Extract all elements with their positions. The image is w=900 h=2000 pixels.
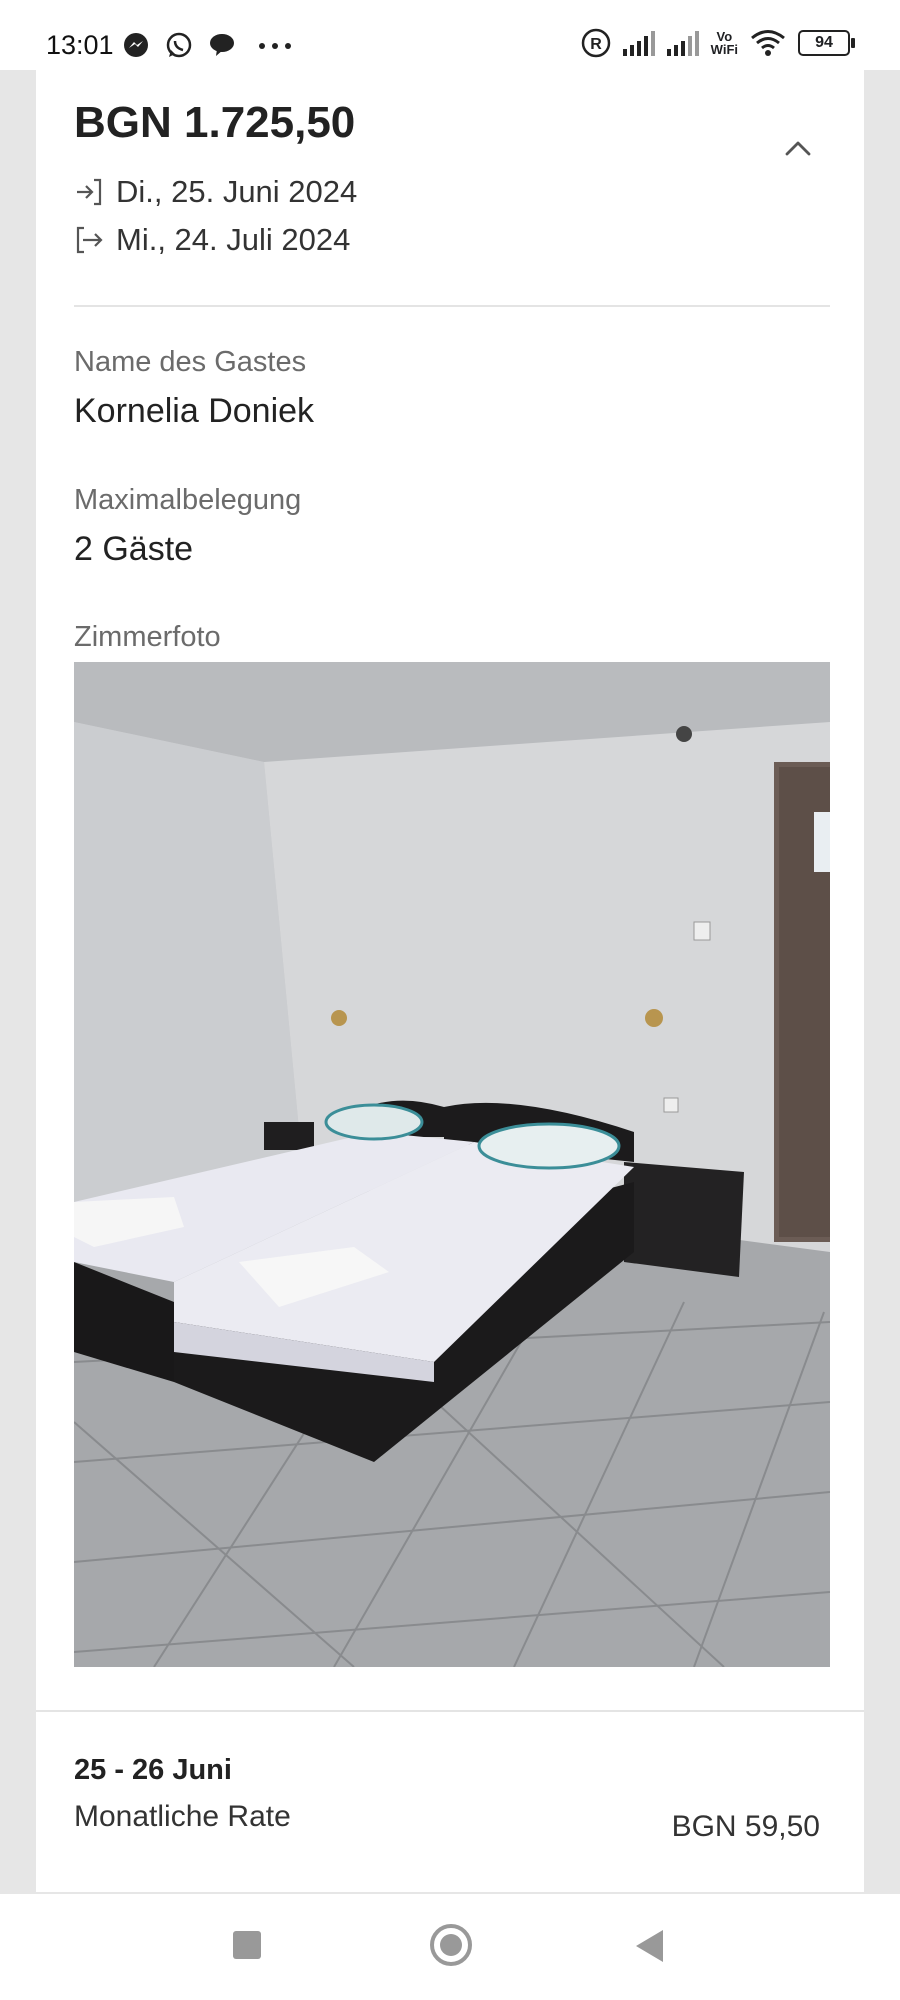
messenger-icon <box>124 33 148 57</box>
room-photo-image <box>74 662 830 1667</box>
wifi-icon <box>751 30 785 56</box>
vowifi-icon: Vo WiFi <box>710 29 738 57</box>
divider <box>74 305 830 307</box>
registered-icon: R <box>581 28 610 58</box>
checkin-icon <box>77 178 102 206</box>
back-icon[interactable] <box>636 1930 663 1962</box>
more-dots-icon <box>259 43 291 49</box>
chat-icon <box>210 34 234 56</box>
chevron-up-icon[interactable] <box>784 134 812 162</box>
status-bar: 13:01 R Vo WiFi 94 <box>0 0 900 70</box>
guest-name: Kornelia Doniek <box>74 392 315 430</box>
section-divider <box>36 1710 864 1712</box>
signal-icon <box>622 30 655 56</box>
checkout-row: Mi., 24. Juli 2024 <box>74 222 350 258</box>
battery-icon: 94 <box>798 30 855 56</box>
checkout-icon <box>76 226 103 254</box>
occupancy-value: 2 Gäste <box>74 530 194 568</box>
checkout-date: Mi., 24. Juli 2024 <box>116 222 351 257</box>
svg-text:R: R <box>590 36 602 53</box>
signal-icon <box>666 30 699 56</box>
navigation-bar <box>0 1894 900 2000</box>
rate-date-range: 25 - 26 Juni <box>74 1754 232 1786</box>
guest-name-label: Name des Gastes <box>74 346 307 378</box>
checkin-row: Di., 25. Juni 2024 <box>74 174 357 210</box>
room-photo[interactable] <box>74 662 830 1667</box>
whatsapp-icon <box>166 32 192 58</box>
recents-icon[interactable] <box>233 1931 261 1959</box>
rate-label: Monatliche Rate <box>74 1800 291 1833</box>
booking-card: BGN 1.725,50 Di., 25. Juni 2024 Mi., 24.… <box>36 70 864 1892</box>
checkin-date: Di., 25. Juni 2024 <box>116 174 358 209</box>
total-price: BGN 1.725,50 <box>74 98 356 147</box>
home-icon[interactable] <box>430 1924 472 1966</box>
status-time: 13:01 <box>46 30 114 60</box>
room-photo-label: Zimmerfoto <box>74 621 221 653</box>
rate-value: BGN 59,50 <box>671 1810 820 1843</box>
occupancy-label: Maximalbelegung <box>74 484 302 516</box>
